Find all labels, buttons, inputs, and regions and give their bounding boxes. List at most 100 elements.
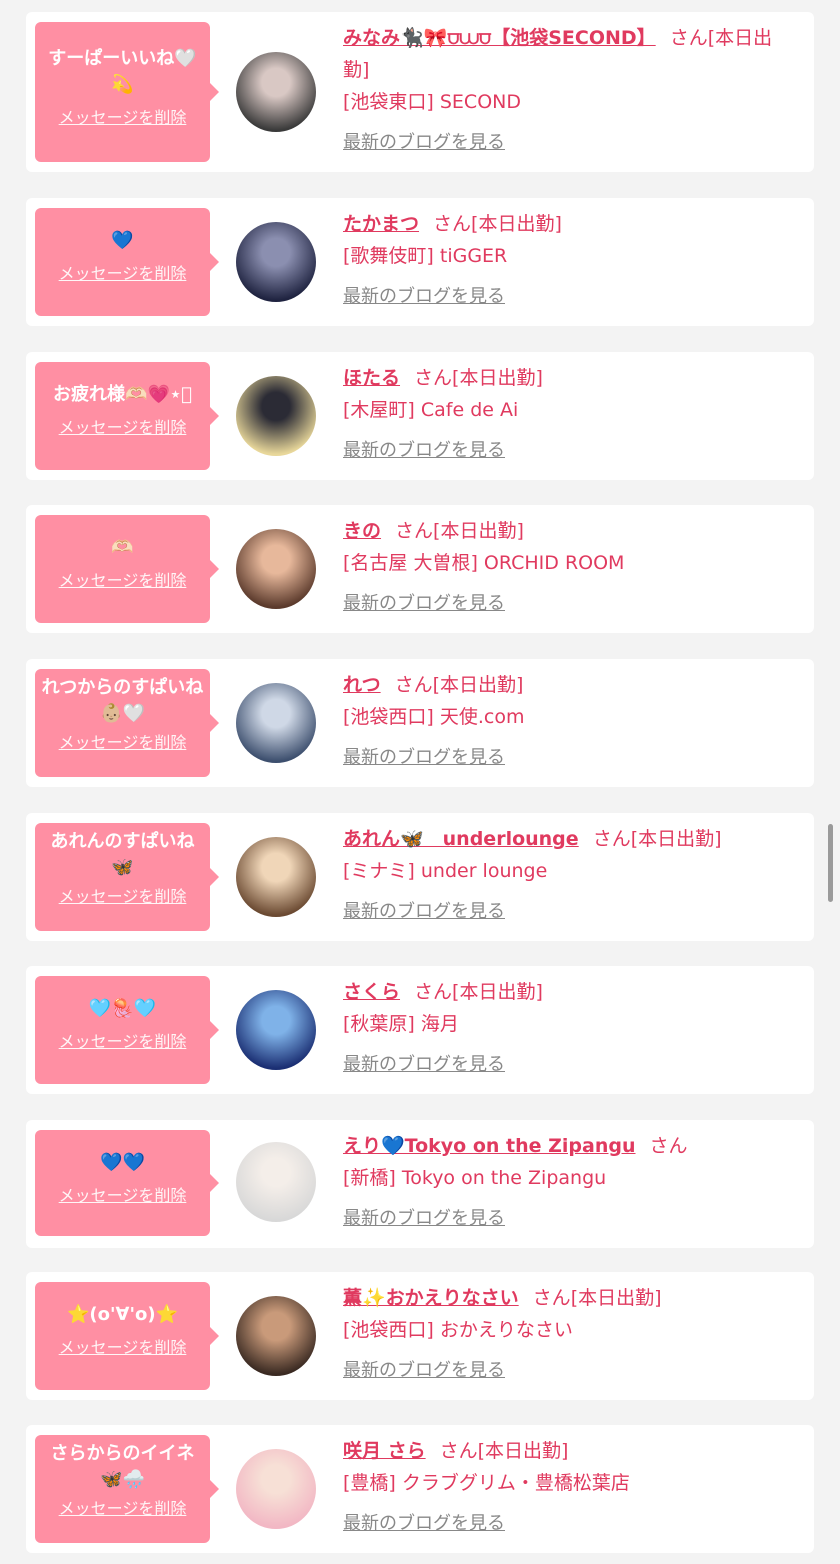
message-bubble: あれんのすぱいね🦋 メッセージを削除 [35, 823, 219, 931]
honorific: さん [649, 1135, 688, 1157]
message-bubble: お疲れ様🫶🏻💗⋆͛ メッセージを削除 [35, 362, 219, 470]
avatar[interactable] [236, 990, 316, 1070]
message-bubble: 💙 メッセージを削除 [35, 208, 219, 316]
avatar[interactable] [236, 1449, 316, 1529]
latest-blog-link[interactable]: 最新のブログを見る [343, 743, 505, 769]
latest-blog-link[interactable]: 最新のブログを見る [343, 1509, 505, 1535]
delete-message-link[interactable]: メッセージを削除 [59, 1334, 187, 1358]
honorific: さん [395, 520, 434, 542]
cast-name-link[interactable]: 咲月 さら [343, 1440, 426, 1462]
attendance-status: [本日出勤] [452, 367, 543, 389]
delete-message-link[interactable]: メッセージを削除 [59, 260, 187, 284]
latest-blog-link[interactable]: 最新のブログを見る [343, 1356, 505, 1382]
latest-blog-link[interactable]: 最新のブログを見る [343, 1204, 505, 1230]
delete-message-link[interactable]: メッセージを削除 [59, 1028, 187, 1052]
cast-name-link[interactable]: えり💙Tokyo on the Zipangu [343, 1135, 636, 1157]
honorific: さん [592, 828, 631, 850]
honorific: さん [669, 27, 708, 49]
delete-message-link[interactable]: メッセージを削除 [59, 567, 187, 591]
shop-name: [池袋西口] 天使.com [343, 706, 525, 728]
attendance-status: [本日出勤] [433, 520, 524, 542]
cast-name-link[interactable]: みなみ🐈‍⬛🎀⩌⩊⩌【池袋SECOND】 [343, 27, 656, 49]
message-bubble: ⭐️(o'∀'o)⭐️ メッセージを削除 [35, 1282, 219, 1390]
delete-message-link[interactable]: メッセージを削除 [59, 883, 187, 907]
avatar[interactable] [236, 529, 316, 609]
latest-blog-link[interactable]: 最新のブログを見る [343, 897, 505, 923]
attendance-status: [本日出勤] [477, 1440, 569, 1462]
avatar[interactable] [236, 1142, 316, 1222]
attendance-status: [本日出勤] [432, 674, 524, 696]
scrollbar-thumb[interactable] [828, 824, 833, 902]
list-item: 🫶🏻 メッセージを削除 きの さん[本日出勤] [名古屋 大曽根] ORCHID … [26, 505, 814, 633]
attendance-status: [本日出勤] [630, 828, 722, 850]
message-text: れつからのすぱいね👶🏼🤍 [41, 677, 204, 724]
cast-name-link[interactable]: ほたる [343, 367, 400, 389]
honorific: さん [414, 981, 453, 1003]
cast-info: えり💙Tokyo on the Zipangu さん [新橋] Tokyo on … [343, 1130, 795, 1230]
cast-name-link[interactable]: さくら [343, 981, 400, 1003]
shop-name: [ミナミ] under lounge [343, 860, 548, 882]
list-item: さらからのイイネ🦋🌧️ メッセージを削除 咲月 さら さん[本日出勤] [豊橋] … [26, 1425, 814, 1553]
honorific: さん [433, 213, 472, 235]
avatar[interactable] [236, 837, 316, 917]
delete-message-link[interactable]: メッセージを削除 [59, 729, 187, 753]
message-bubble: 💙💙 メッセージを削除 [35, 1130, 219, 1236]
message-bubble: さらからのイイネ🦋🌧️ メッセージを削除 [35, 1435, 219, 1543]
latest-blog-link[interactable]: 最新のブログを見る [343, 282, 505, 308]
message-text: あれんのすぱいね🦋 [50, 831, 195, 878]
latest-blog-link[interactable]: 最新のブログを見る [343, 128, 505, 154]
shop-name: [名古屋 大曽根] ORCHID ROOM [343, 552, 625, 574]
honorific: さん [532, 1287, 571, 1309]
honorific: さん [394, 674, 433, 696]
attendance-status: [本日出勤] [452, 981, 543, 1003]
message-bubble: れつからのすぱいね👶🏼🤍 メッセージを削除 [35, 669, 219, 777]
message-text: 💙 [111, 230, 134, 251]
shop-name: [秋葉原] 海月 [343, 1013, 459, 1035]
cast-info: みなみ🐈‍⬛🎀⩌⩊⩌【池袋SECOND】 さん[本日出勤] [池袋東口] SECO… [343, 22, 795, 154]
cast-info: あれん🦋 underlounge さん[本日出勤] [ミナミ] under lou… [343, 823, 795, 923]
list-item: すーぱーいいね🤍💫 メッセージを削除 みなみ🐈‍⬛🎀⩌⩊⩌【池袋SECOND】さ… [26, 12, 814, 172]
honorific: さん [414, 367, 453, 389]
list-item: 💙 メッセージを削除 たかまつ さん[本日出勤] [歌舞伎町] tiGGER 最新… [26, 198, 814, 326]
favorite-list: すーぱーいいね🤍💫 メッセージを削除 みなみ🐈‍⬛🎀⩌⩊⩌【池袋SECOND】さ… [0, 0, 840, 1564]
list-item: 🩵🪼🩵 メッセージを削除 さくら さん[本日出勤] [秋葉原] 海月 最新のブログ… [26, 966, 814, 1094]
shop-name: [池袋西口] おかえりなさい [343, 1319, 573, 1341]
shop-name: [歌舞伎町] tiGGER [343, 245, 508, 267]
list-item: 💙💙 メッセージを削除 えり💙Tokyo on the Zipangu さん [新… [26, 1120, 814, 1248]
message-text: 💙💙 [100, 1152, 145, 1173]
message-bubble: 🩵🪼🩵 メッセージを削除 [35, 976, 219, 1084]
avatar[interactable] [236, 376, 316, 456]
avatar[interactable] [236, 1296, 316, 1376]
latest-blog-link[interactable]: 最新のブログを見る [343, 436, 505, 462]
delete-message-link[interactable]: メッセージを削除 [59, 414, 187, 438]
avatar[interactable] [236, 683, 316, 763]
cast-info: たかまつ さん[本日出勤] [歌舞伎町] tiGGER 最新のブログを見る [343, 208, 795, 308]
message-text: すーぱーいいね🤍💫 [48, 48, 197, 95]
attendance-status: [本日出勤] [570, 1287, 662, 1309]
delete-message-link[interactable]: メッセージを削除 [59, 1495, 187, 1519]
honorific: さん [439, 1440, 478, 1462]
shop-name: [新橋] Tokyo on the Zipangu [343, 1167, 607, 1189]
cast-info: 薫✨おかえりなさい さん[本日出勤] [池袋西口] おかえりなさい 最新のブログを… [343, 1282, 795, 1382]
avatar[interactable] [236, 222, 316, 302]
avatar[interactable] [236, 52, 316, 132]
cast-name-link[interactable]: あれん🦋 underlounge [343, 828, 579, 850]
latest-blog-link[interactable]: 最新のブログを見る [343, 1050, 505, 1076]
cast-info: ほたる さん[本日出勤] [木屋町] Cafe de Ai 最新のブログを見る [343, 362, 795, 462]
shop-name: [池袋東口] SECOND [343, 91, 521, 113]
cast-name-link[interactable]: 薫✨おかえりなさい [343, 1287, 519, 1309]
cast-name-link[interactable]: れつ [343, 674, 381, 696]
message-text: 🩵🪼🩵 [88, 998, 157, 1019]
list-item: れつからのすぱいね👶🏼🤍 メッセージを削除 れつ さん[本日出勤] [池袋西口] … [26, 659, 814, 787]
message-text: お疲れ様🫶🏻💗⋆͛ [53, 384, 192, 405]
latest-blog-link[interactable]: 最新のブログを見る [343, 589, 505, 615]
cast-info: さくら さん[本日出勤] [秋葉原] 海月 最新のブログを見る [343, 976, 795, 1076]
delete-message-link[interactable]: メッセージを削除 [59, 104, 187, 128]
cast-name-link[interactable]: たかまつ [343, 213, 419, 235]
attendance-status: [本日出勤] [471, 213, 562, 235]
delete-message-link[interactable]: メッセージを削除 [59, 1182, 187, 1206]
cast-name-link[interactable]: きの [343, 520, 381, 542]
shop-name: [豊橋] クラブグリム・豊橋松葉店 [343, 1472, 630, 1494]
message-text: 🫶🏻 [111, 537, 134, 558]
message-bubble: すーぱーいいね🤍💫 メッセージを削除 [35, 22, 219, 162]
